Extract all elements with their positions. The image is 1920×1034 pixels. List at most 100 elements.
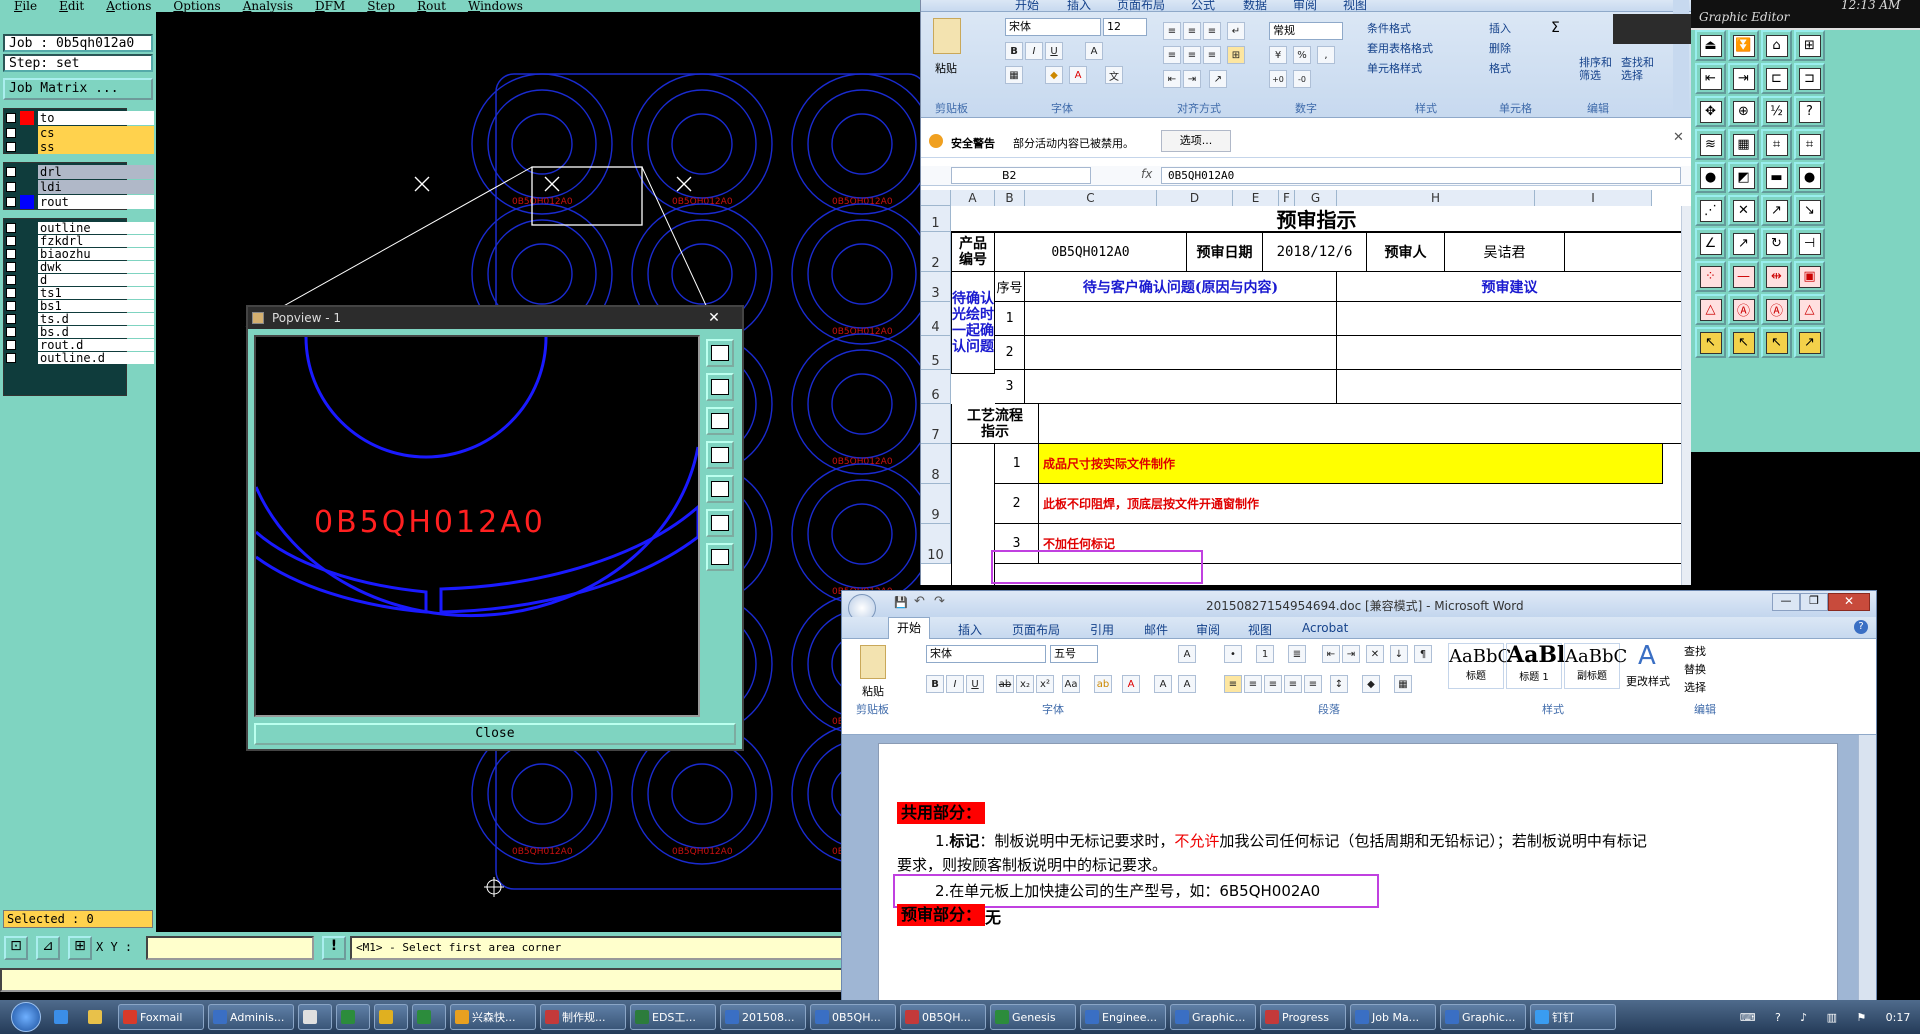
arrow-ne-icon[interactable]: ↗	[1761, 195, 1792, 226]
process-label[interactable]: 工艺流程 指示	[951, 404, 1039, 444]
pan-right-icon[interactable]	[706, 475, 734, 503]
flag-icon[interactable]: ⚑	[1856, 1011, 1866, 1024]
angle-icon[interactable]: ∠	[1695, 228, 1726, 259]
numbering-button[interactable]: 1	[1256, 645, 1274, 663]
pad-icon[interactable]: ●	[1695, 162, 1726, 193]
layer-checkbox[interactable]	[6, 222, 16, 233]
layer-row-to[interactable]: to	[6, 110, 154, 125]
job-matrix-button[interactable]: Job Matrix ...	[3, 78, 153, 100]
minimize-icon[interactable]: —	[1772, 593, 1800, 611]
border-button[interactable]: ▦	[1005, 66, 1023, 84]
measure-icon[interactable]: ⊿	[36, 936, 60, 960]
align-left-button[interactable]: ≡	[1224, 675, 1242, 693]
left-note[interactable]: 待确认 光绘时 一起确 认问题	[951, 272, 995, 374]
align-top-button[interactable]: ≡	[1163, 22, 1181, 40]
tab-acrobat[interactable]: Acrobat	[1302, 621, 1348, 635]
column-header[interactable]: I	[1535, 190, 1652, 206]
xy-input[interactable]	[146, 936, 314, 960]
show-marks-button[interactable]: ¶	[1414, 645, 1432, 663]
superscript-button[interactable]: x²	[1036, 675, 1054, 693]
layer-row-rout[interactable]: rout	[6, 194, 154, 209]
underline-button[interactable]: U	[966, 675, 984, 693]
bold-button[interactable]: B	[1005, 42, 1023, 60]
info-icon[interactable]: !	[322, 936, 346, 960]
dots-icon[interactable]: ⁘	[1695, 261, 1726, 292]
layer-row-ss[interactable]: ss	[6, 139, 154, 154]
delete-icon[interactable]: ✕	[1728, 195, 1759, 226]
char-shading-button[interactable]: A	[1154, 675, 1172, 693]
column-header[interactable]: B	[995, 190, 1025, 206]
suggest-cell[interactable]	[1337, 302, 1682, 336]
menu-actions[interactable]: Actions	[106, 0, 151, 12]
layer-checkbox[interactable]	[6, 261, 16, 272]
taskbar-item[interactable]	[298, 1004, 332, 1030]
taskbar-item[interactable]: Foxmail	[118, 1004, 204, 1030]
pointer-icon[interactable]: ↖	[1695, 327, 1726, 358]
menu-windows[interactable]: Windows	[468, 0, 523, 12]
zoom-window-icon[interactable]: ⊡	[4, 936, 28, 960]
node-icon[interactable]: ⋰	[1695, 195, 1726, 226]
subscript-button[interactable]: x₂	[1016, 675, 1034, 693]
layer-checkbox[interactable]	[6, 339, 16, 350]
menu-analysis[interactable]: Analysis	[243, 0, 293, 12]
grow-font-button[interactable]: A	[1085, 42, 1103, 60]
suggest-cell[interactable]	[1337, 336, 1682, 370]
save-icon[interactable]: ⏬	[1728, 30, 1759, 61]
issue-no[interactable]: 2	[995, 336, 1025, 370]
row-header[interactable]: 3	[921, 272, 951, 302]
distributed-button[interactable]: ≡	[1304, 675, 1322, 693]
layer-checkbox[interactable]	[6, 313, 16, 324]
redraw-icon[interactable]	[706, 543, 734, 571]
zoom-box-icon[interactable]	[706, 509, 734, 537]
find-button[interactable]: 查找	[1684, 643, 1706, 659]
borders-button[interactable]: ▦	[1394, 675, 1412, 693]
hatch-alt-icon[interactable]: ⌗	[1794, 129, 1825, 160]
phonetic-button[interactable]: 文	[1105, 66, 1123, 84]
row-header[interactable]: 4	[921, 302, 951, 336]
style-title[interactable]: AaBbC 标题	[1448, 643, 1511, 689]
taskbar-item[interactable]: 201508...	[720, 1004, 806, 1030]
taskbar-item[interactable]: Progress	[1260, 1004, 1346, 1030]
close-icon[interactable]: ✕	[1828, 593, 1870, 611]
format-as-table-button[interactable]: 套用表格格式	[1367, 40, 1433, 56]
pointer-b-icon[interactable]: ↖	[1728, 327, 1759, 358]
security-options-button[interactable]: 选项...	[1161, 130, 1231, 152]
bullets-button[interactable]: •	[1224, 645, 1242, 663]
change-styles-icon[interactable]: A	[1638, 641, 1656, 671]
explorer-icon[interactable]	[84, 1004, 114, 1030]
layer-checkbox[interactable]	[6, 248, 16, 259]
style-heading-1[interactable]: AaBl 标题 1	[1506, 642, 1565, 689]
cell-empty[interactable]	[1565, 232, 1682, 272]
font-color-button[interactable]: A	[1122, 675, 1140, 693]
help-icon[interactable]: ?	[1775, 1011, 1781, 1024]
increase-indent-button[interactable]: ⇥	[1342, 645, 1360, 663]
suggest-header[interactable]: 预审建议	[1337, 272, 1682, 302]
layer-checkbox[interactable]	[6, 326, 16, 337]
clear-format-button[interactable]: A	[1178, 645, 1196, 663]
tab-page-layout[interactable]: 页面布局	[1012, 621, 1060, 638]
reviewer-value[interactable]: 吴诘君	[1445, 232, 1565, 272]
comma-button[interactable]: ,	[1317, 46, 1335, 64]
align-left-button[interactable]: ≡	[1163, 46, 1181, 64]
select-all-corner[interactable]	[921, 190, 951, 206]
shading-button[interactable]: ◆	[1362, 675, 1380, 693]
bracket-left-icon[interactable]: ⊏	[1761, 63, 1792, 94]
italic-button[interactable]: I	[946, 675, 964, 693]
zoom-out-icon[interactable]	[706, 407, 734, 435]
pointer-c-icon[interactable]: ↖	[1761, 327, 1792, 358]
popview-close-button[interactable]: Close	[254, 723, 736, 745]
find-select-button[interactable]: 查找和 选择	[1621, 56, 1654, 82]
menu-rout[interactable]: Rout	[417, 0, 446, 12]
taskbar-item[interactable]: 钉钉	[1530, 1004, 1616, 1030]
grid-icon[interactable]: ⊞	[68, 936, 92, 960]
review-date-label[interactable]: 预审日期	[1187, 232, 1263, 272]
issue-no[interactable]: 3	[995, 370, 1025, 404]
column-header[interactable]: H	[1337, 190, 1535, 206]
taskbar-item[interactable]: 制作规...	[540, 1004, 626, 1030]
align-middle-button[interactable]: ≡	[1183, 22, 1201, 40]
layer-checkbox[interactable]	[6, 181, 16, 192]
pointer-d-icon[interactable]: ↗	[1794, 327, 1825, 358]
justify-button[interactable]: ≡	[1284, 675, 1302, 693]
word-page[interactable]: 共用部分： 1.标记：制板说明中无标记要求时，不允许加我公司任何标记（包括周期和…	[878, 743, 1838, 1033]
triangle-icon[interactable]: △	[1695, 294, 1726, 325]
